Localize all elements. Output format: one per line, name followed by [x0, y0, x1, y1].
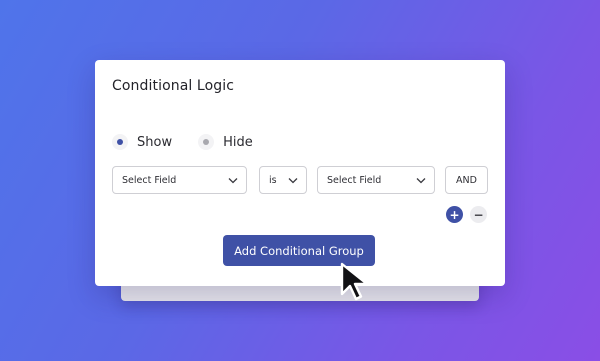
radio-unchecked-icon — [198, 134, 215, 150]
radio-checked-icon — [112, 134, 128, 150]
conditional-logic-panel: Conditional Logic Show Hide Select Field… — [95, 60, 505, 286]
visibility-radio-group: Show Hide — [112, 134, 279, 150]
remove-rule-button[interactable]: − — [470, 206, 487, 223]
operator-select-value: is — [269, 174, 277, 186]
hide-radio-option[interactable]: Hide — [198, 134, 253, 150]
plus-icon: + — [449, 207, 460, 222]
hide-radio-label: Hide — [223, 134, 253, 150]
value-field-select-value: Select Field — [327, 174, 382, 186]
add-rule-button[interactable]: + — [446, 206, 463, 223]
show-radio-option[interactable]: Show — [112, 134, 172, 150]
chevron-down-icon — [416, 177, 426, 183]
chevron-down-icon — [288, 177, 298, 183]
panel-title: Conditional Logic — [112, 78, 235, 94]
mouse-cursor-icon — [340, 262, 369, 301]
value-field-select[interactable]: Select Field — [317, 166, 435, 194]
chevron-down-icon — [228, 177, 238, 183]
operator-select[interactable]: is — [259, 166, 307, 194]
and-condition-button[interactable]: AND — [445, 166, 488, 194]
field-select-value: Select Field — [122, 174, 177, 186]
field-select[interactable]: Select Field — [112, 166, 247, 194]
minus-icon: − — [473, 207, 484, 222]
show-radio-label: Show — [137, 134, 173, 150]
